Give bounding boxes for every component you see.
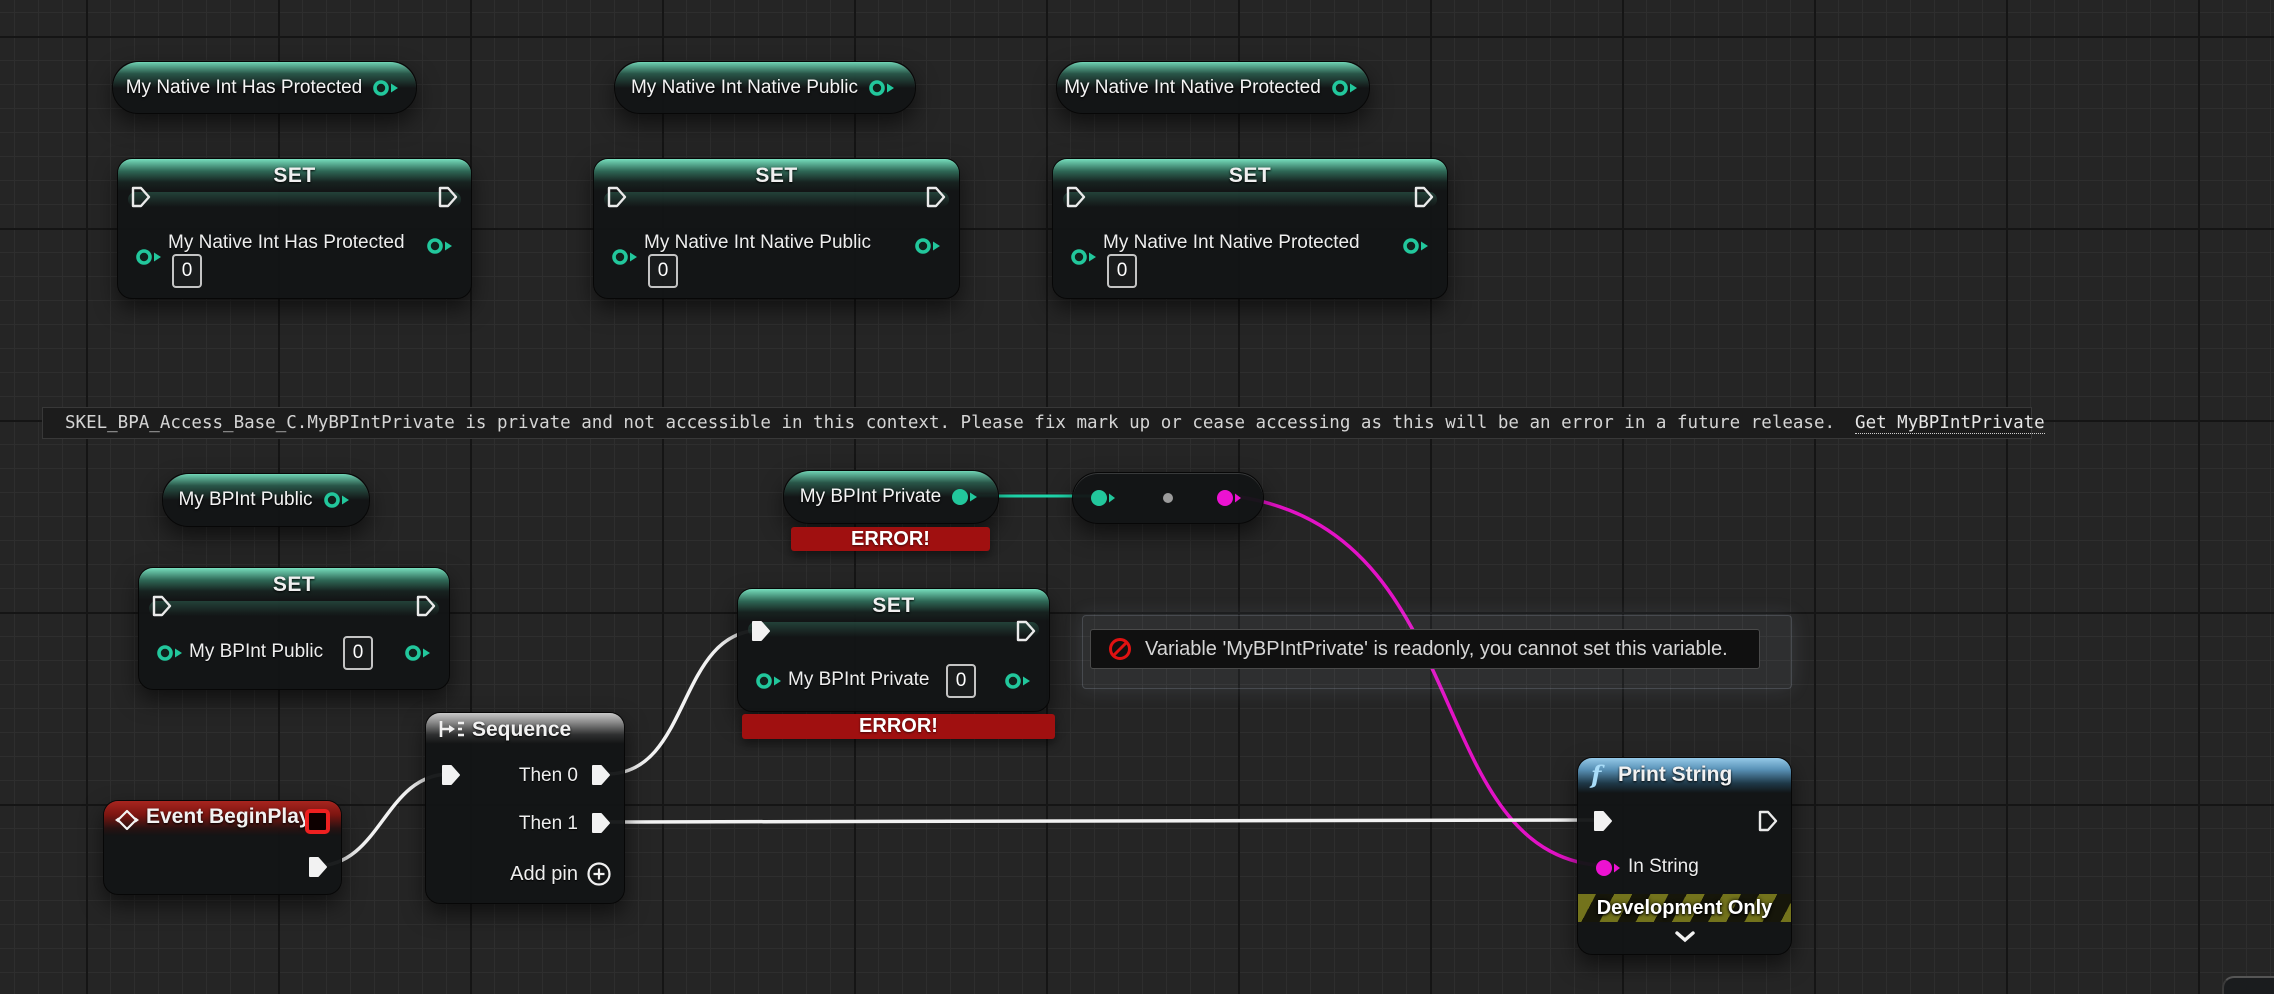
value-input[interactable]: 0 <box>172 254 202 288</box>
event-error-square <box>305 809 330 834</box>
exec-output-pin-then0-connected[interactable] <box>590 763 612 787</box>
node-title: Print String <box>1618 763 1732 787</box>
exec-output-pin[interactable] <box>1413 185 1435 209</box>
node-event-beginplay[interactable]: Event BeginPlay <box>103 800 342 895</box>
int-output-pin[interactable] <box>403 643 435 663</box>
pin-label: My BPInt Public <box>189 641 323 663</box>
exec-input-pin-connected[interactable] <box>1592 809 1614 833</box>
warning-focus-link[interactable]: Get MyBPIntPrivate <box>1855 413 2045 434</box>
int-input-pin[interactable] <box>134 247 166 267</box>
error-banner: ERROR! <box>742 714 1055 739</box>
node-set-my-native-int-has-protected[interactable]: SET My Native Int Has Protected 0 <box>117 158 472 299</box>
node-get-my-bpint-private[interactable]: My BPInt Private <box>783 470 999 524</box>
node-get-my-bpint-public[interactable]: My BPInt Public <box>162 473 370 527</box>
exec-input-pin[interactable] <box>606 185 628 209</box>
int-output-pin[interactable] <box>425 236 457 256</box>
sequence-icon <box>438 719 466 739</box>
int-output-pin[interactable] <box>371 78 403 98</box>
header-glow <box>149 601 439 616</box>
pin-label: My Native Int Native Protected <box>1103 232 1360 254</box>
pin-label: My Native Int Has Protected <box>168 232 405 254</box>
value-input[interactable]: 0 <box>648 254 678 288</box>
variable-label: My Native Int Native Public <box>631 77 858 99</box>
int-output-pin[interactable] <box>322 490 354 510</box>
value-input[interactable]: 0 <box>946 664 976 698</box>
exec-input-pin[interactable] <box>1065 185 1087 209</box>
variable-label: My Native Int Native Protected <box>1064 77 1321 99</box>
node-set-my-bpint-private[interactable]: SET My BPInt Private 0 <box>737 588 1050 712</box>
prohibited-icon <box>1107 636 1133 662</box>
header-glow <box>604 192 949 207</box>
node-set-my-bpint-public[interactable]: SET My BPInt Public 0 <box>138 567 450 690</box>
pin-label: In String <box>1628 856 1699 878</box>
int-input-pin[interactable] <box>1069 247 1101 267</box>
header-glow <box>1063 192 1437 207</box>
readonly-tooltip: Variable 'MyBPIntPrivate' is readonly, y… <box>1090 629 1760 669</box>
int-output-pin[interactable] <box>913 236 945 256</box>
function-icon: f <box>1591 760 1601 789</box>
blueprint-graph-canvas[interactable]: My Native Int Has Protected My Native In… <box>0 0 2274 994</box>
node-set-my-native-int-native-public[interactable]: SET My Native Int Native Public 0 <box>593 158 960 299</box>
warning-message: SKEL_BPA_Access_Base_C.MyBPIntPrivate is… <box>65 413 1835 433</box>
exec-output-pin[interactable] <box>437 185 459 209</box>
value-input[interactable]: 0 <box>343 636 373 670</box>
add-pin-label[interactable]: Add pin <box>510 863 578 886</box>
node-int-to-string-conversion[interactable] <box>1072 472 1264 524</box>
reroute-dot <box>1162 492 1174 504</box>
node-title: Event BeginPlay <box>146 805 311 829</box>
exec-output-pin[interactable] <box>925 185 947 209</box>
int-input-pin[interactable] <box>155 643 187 663</box>
error-banner: ERROR! <box>791 527 990 551</box>
node-title: SET <box>738 594 1049 618</box>
event-icon <box>114 808 140 832</box>
development-only-banner: Development Only <box>1578 894 1791 922</box>
pin-label-then1: Then 1 <box>519 813 578 835</box>
pin-label: My BPInt Private <box>788 669 930 691</box>
int-input-pin[interactable] <box>754 671 786 691</box>
tooltip-message: Variable 'MyBPIntPrivate' is readonly, y… <box>1145 638 1728 661</box>
int-output-pin[interactable] <box>1003 671 1035 691</box>
exec-output-pin[interactable] <box>1015 619 1037 643</box>
int-output-pin-connected[interactable] <box>950 487 982 507</box>
node-title: SET <box>139 573 449 597</box>
chevron-down-icon[interactable] <box>1674 930 1696 943</box>
pin-label-then0: Then 0 <box>519 765 578 787</box>
int-output-pin[interactable] <box>867 78 899 98</box>
variable-label: My BPInt Public <box>178 489 312 511</box>
node-title: Sequence <box>472 718 571 742</box>
node-sequence[interactable]: Sequence Then 0 Then 1 Add pin <box>425 712 625 904</box>
exec-output-pin-then1-connected[interactable] <box>590 811 612 835</box>
node-title: SET <box>594 164 959 188</box>
string-input-pin-connected[interactable] <box>1594 858 1624 878</box>
wire-then1-to-printstring[interactable] <box>607 820 1602 822</box>
exec-output-pin[interactable] <box>415 594 437 618</box>
exec-input-pin-connected[interactable] <box>750 619 772 643</box>
partial-node-corner[interactable] <box>2222 976 2274 994</box>
node-set-my-native-int-native-protected[interactable]: SET My Native Int Native Protected 0 <box>1052 158 1448 299</box>
exec-input-pin-connected[interactable] <box>440 763 462 787</box>
compiler-warning-bar: SKEL_BPA_Access_Base_C.MyBPIntPrivate is… <box>42 407 2032 439</box>
node-title: SET <box>1053 164 1447 188</box>
int-output-pin[interactable] <box>1330 78 1362 98</box>
pin-label: My Native Int Native Public <box>644 232 871 254</box>
add-pin-icon[interactable] <box>586 861 612 887</box>
string-output-pin-connected[interactable] <box>1215 488 1245 508</box>
int-input-pin[interactable] <box>610 247 642 267</box>
header-glow <box>128 192 461 207</box>
node-get-my-native-int-native-public[interactable]: My Native Int Native Public <box>614 61 916 114</box>
int-input-pin-connected[interactable] <box>1089 488 1119 508</box>
int-output-pin[interactable] <box>1401 236 1433 256</box>
node-print-string[interactable]: f Print String In String Development Onl… <box>1577 757 1792 955</box>
node-get-my-native-int-has-protected[interactable]: My Native Int Has Protected <box>112 61 417 114</box>
variable-label: My BPInt Private <box>800 486 942 508</box>
variable-label: My Native Int Has Protected <box>126 77 363 99</box>
exec-output-pin[interactable] <box>1757 809 1779 833</box>
value-input[interactable]: 0 <box>1107 254 1137 288</box>
exec-output-pin-connected[interactable] <box>307 855 329 879</box>
node-get-my-native-int-native-protected[interactable]: My Native Int Native Protected <box>1056 61 1370 114</box>
header-glow <box>748 622 1039 637</box>
exec-input-pin[interactable] <box>151 594 173 618</box>
node-title: SET <box>118 164 471 188</box>
exec-input-pin[interactable] <box>130 185 152 209</box>
